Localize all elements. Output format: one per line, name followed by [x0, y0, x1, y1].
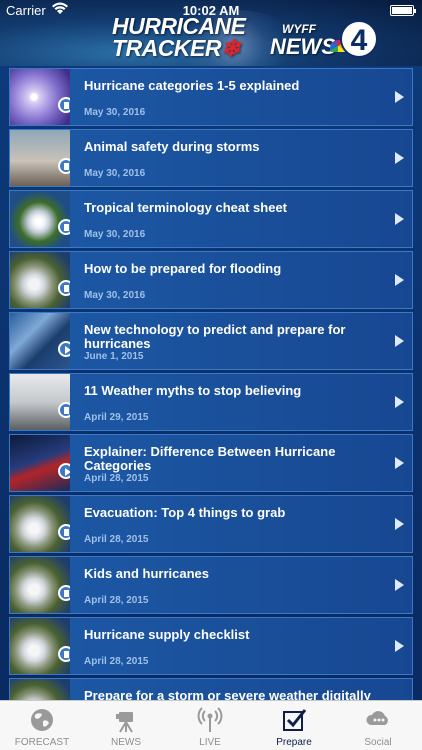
tab-news[interactable]: NEWS [84, 701, 168, 750]
hurricane-symbol-icon: ❄ [220, 34, 240, 61]
chevron-right-icon [395, 518, 404, 530]
chevron-right-icon [395, 335, 404, 347]
chevron-right-icon [395, 579, 404, 591]
article-date: May 30, 2016 [84, 168, 146, 179]
checkbox-icon [281, 707, 307, 733]
article-title: Evacuation: Top 4 things to grab [84, 505, 286, 520]
list-item[interactable]: Hurricane categories 1-5 explained May 3… [9, 68, 413, 126]
article-thumbnail [10, 69, 70, 125]
article-title: How to be prepared for flooding [84, 261, 282, 276]
tab-label: NEWS [111, 737, 141, 748]
article-title: Tropical terminology cheat sheet [84, 200, 287, 215]
tab-label: FORECAST [14, 737, 70, 748]
chevron-right-icon [395, 457, 404, 469]
article-date: May 30, 2016 [84, 229, 146, 240]
article-title: New technology to predict and prepare fo… [84, 322, 346, 351]
list-item[interactable]: New technology to predict and prepare fo… [9, 312, 413, 370]
broadcast-icon [197, 707, 223, 733]
article-thumbnail [10, 557, 70, 613]
article-thumbnail [10, 191, 70, 247]
document-icon [58, 585, 70, 601]
tab-social[interactable]: Social [336, 701, 420, 750]
article-date: April 28, 2015 [84, 595, 149, 606]
play-icon [58, 341, 70, 357]
play-icon [58, 463, 70, 479]
article-title: 11 Weather myths to stop believing [84, 383, 302, 398]
list-item[interactable]: Hurricane supply checklist April 28, 201… [9, 617, 413, 675]
document-icon [58, 280, 70, 296]
article-thumbnail [10, 496, 70, 552]
logo-title-line2: TRACKER [112, 34, 221, 61]
list-item[interactable]: How to be prepared for flooding May 30, … [9, 251, 413, 309]
article-title: Hurricane supply checklist [84, 627, 250, 642]
article-date: April 28, 2015 [84, 473, 149, 484]
globe-icon [29, 707, 55, 733]
article-thumbnail [10, 130, 70, 186]
camera-icon [113, 707, 139, 733]
status-bar: Carrier 10:02 AM [0, 0, 422, 20]
list-item[interactable]: Tropical terminology cheat sheet May 30,… [9, 190, 413, 248]
clock: 10:02 AM [182, 3, 240, 18]
article-title: Prepare for a storm or severe weather di… [84, 688, 371, 701]
cloud-icon [365, 707, 391, 733]
article-title: Hurricane categories 1-5 explained [84, 78, 300, 93]
article-date: April 28, 2015 [84, 534, 149, 545]
article-thumbnail [10, 252, 70, 308]
chevron-right-icon [395, 274, 404, 286]
list-item[interactable]: Animal safety during storms May 30, 2016 [9, 129, 413, 187]
tab-label: Prepare [276, 737, 312, 748]
tab-forecast[interactable]: FORECAST [0, 701, 84, 750]
article-title: Animal safety during storms [84, 139, 260, 154]
tab-label: Social [364, 737, 392, 748]
channel-number: 4 [340, 20, 378, 58]
document-icon [58, 97, 70, 113]
battery-icon [390, 5, 416, 16]
list-item[interactable]: Explainer: Difference Between Hurricane … [9, 434, 413, 492]
chevron-right-icon [395, 640, 404, 652]
hurricane-tracker-logo: HURRICANE TRACKER❄ [112, 15, 262, 61]
document-icon [58, 524, 70, 540]
article-title: Explainer: Difference Between Hurricane … [84, 444, 336, 473]
article-date: June 1, 2015 [84, 351, 144, 362]
list-item[interactable]: Evacuation: Top 4 things to grab April 2… [9, 495, 413, 553]
article-thumbnail [10, 374, 70, 430]
article-thumbnail [10, 435, 70, 491]
document-icon [58, 646, 70, 662]
chevron-right-icon [395, 213, 404, 225]
tab-bar: FORECAST NEWS LIVE Prepare Social [0, 700, 422, 750]
article-thumbnail [10, 618, 70, 674]
article-title: Kids and hurricanes [84, 566, 209, 581]
article-thumbnail [10, 679, 70, 700]
chevron-right-icon [395, 152, 404, 164]
list-item[interactable]: Prepare for a storm or severe weather di… [9, 678, 413, 700]
document-icon [58, 219, 70, 235]
article-date: April 28, 2015 [84, 656, 149, 667]
tab-prepare[interactable]: Prepare [252, 701, 336, 750]
list-item[interactable]: 11 Weather myths to stop believing April… [9, 373, 413, 431]
article-thumbnail [10, 313, 70, 369]
article-date: April 29, 2015 [84, 412, 149, 423]
document-icon [58, 158, 70, 174]
list-item[interactable]: Kids and hurricanes April 28, 2015 [9, 556, 413, 614]
tab-live[interactable]: LIVE [168, 701, 252, 750]
article-list[interactable]: Hurricane categories 1-5 explained May 3… [0, 66, 422, 700]
chevron-right-icon [395, 396, 404, 408]
document-icon [58, 402, 70, 418]
article-date: May 30, 2016 [84, 290, 146, 301]
chevron-right-icon [395, 91, 404, 103]
tab-label: LIVE [199, 737, 221, 748]
article-date: May 30, 2016 [84, 107, 146, 118]
station-logo: WYFF NEWS [270, 22, 336, 60]
station-news-text: NEWS [270, 34, 336, 59]
